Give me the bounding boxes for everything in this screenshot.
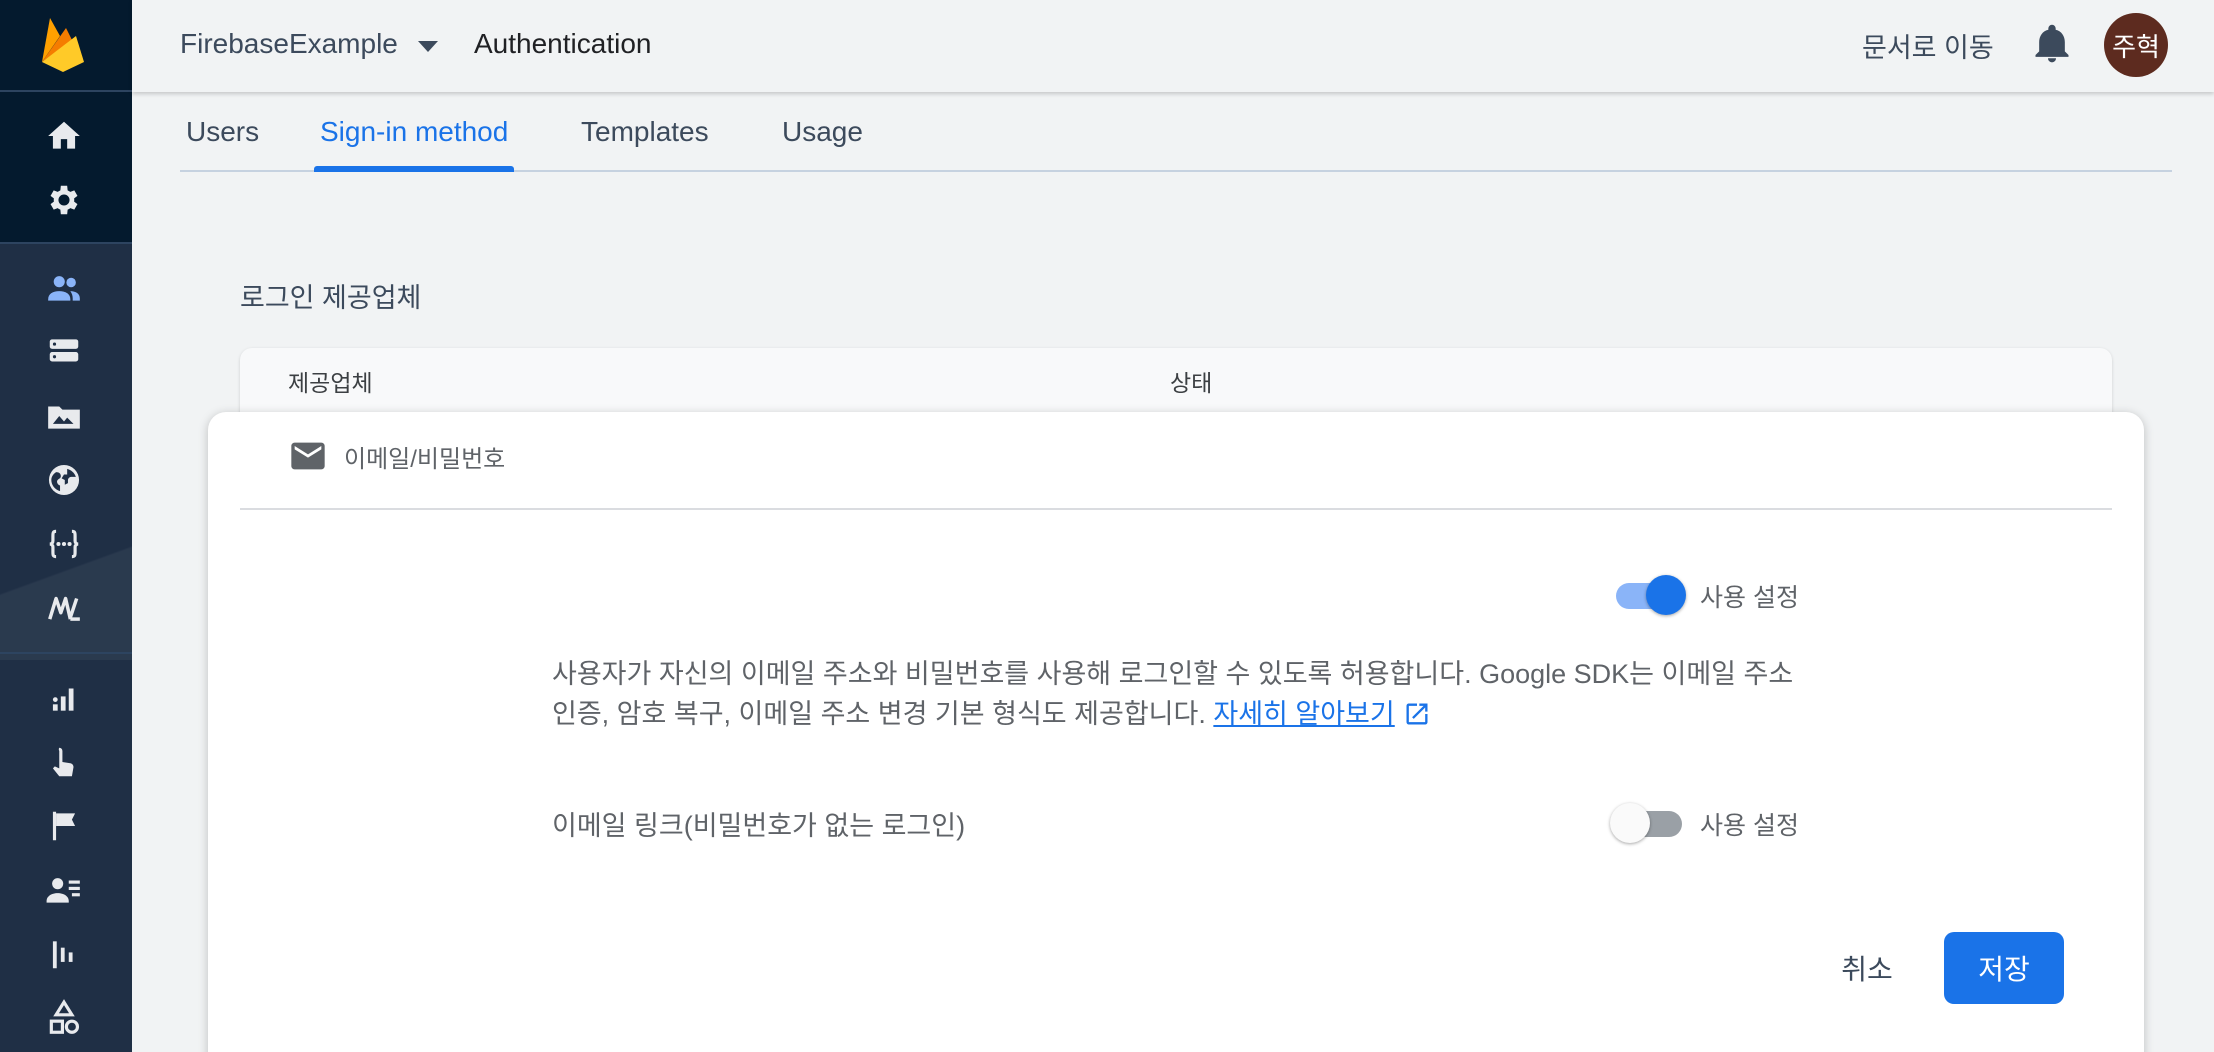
- email-link-label: 이메일 링크(비밀번호가 없는 로그인): [552, 811, 966, 841]
- top-header: FirebaseExample Authentication 문서로 이동 주혁: [132, 0, 2214, 92]
- storage-icon[interactable]: [42, 394, 86, 438]
- save-button[interactable]: 저장: [1944, 932, 2064, 1004]
- sidebar-divider: [0, 90, 132, 92]
- flag-icon[interactable]: [42, 804, 86, 848]
- column-header-status: 상태: [1170, 370, 1213, 396]
- audience-icon[interactable]: [42, 868, 86, 912]
- ml-icon[interactable]: [42, 586, 86, 630]
- chevron-down-icon: [417, 40, 438, 52]
- mail-icon: [291, 442, 325, 470]
- cancel-button[interactable]: 취소: [1820, 932, 1914, 1004]
- project-selector[interactable]: FirebaseExample: [180, 28, 438, 60]
- analytics-icon[interactable]: [42, 676, 86, 720]
- enable-email-link-toggle[interactable]: [1610, 803, 1682, 843]
- page-title: Authentication: [474, 28, 652, 59]
- engagement-icon[interactable]: [42, 740, 86, 784]
- firebase-logo[interactable]: [38, 14, 88, 74]
- project-name: FirebaseExample: [180, 28, 398, 59]
- sidebar: [0, 0, 132, 1052]
- column-header-provider: 제공업체: [288, 370, 373, 396]
- tab-users[interactable]: Users: [180, 116, 265, 172]
- tab-bar: Users Sign-in method Templates Usage: [180, 100, 2172, 172]
- functions-icon[interactable]: [42, 522, 86, 566]
- provider-description: 사용자가 자신의 이메일 주소와 비밀번호를 사용해 로그인할 수 있도록 허용…: [552, 654, 1812, 734]
- database-icon[interactable]: [42, 330, 86, 374]
- email-link-enable-label: 사용 설정: [1700, 812, 1799, 840]
- learn-more-link[interactable]: 자세히 알아보기: [1213, 699, 1394, 729]
- sidebar-divider: [0, 652, 132, 654]
- bell-icon[interactable]: [2030, 22, 2074, 66]
- streams-icon[interactable]: [42, 932, 86, 976]
- docs-link[interactable]: 문서로 이동: [1862, 26, 1994, 65]
- provider-name: 이메일/비밀번호: [344, 445, 506, 473]
- avatar[interactable]: 주혁: [2104, 13, 2168, 77]
- open-in-new-icon[interactable]: [1403, 700, 1431, 728]
- tab-sign-in-method[interactable]: Sign-in method: [314, 116, 515, 172]
- home-icon[interactable]: [42, 114, 86, 158]
- users-icon[interactable]: [42, 266, 86, 310]
- tab-usage[interactable]: Usage: [776, 116, 869, 172]
- tab-templates[interactable]: Templates: [575, 116, 715, 172]
- provider-row-email-password[interactable]: 이메일/비밀번호: [288, 436, 505, 476]
- divider: [240, 508, 2112, 510]
- providers-section-title: 로그인 제공업체: [240, 283, 422, 313]
- sidebar-divider: [0, 242, 132, 244]
- description-text: 사용자가 자신의 이메일 주소와 비밀번호를 사용해 로그인할 수 있도록 허용…: [552, 659, 1794, 729]
- active-tab-indicator: [314, 166, 515, 172]
- extensions-icon[interactable]: [42, 996, 86, 1040]
- settings-icon[interactable]: [42, 178, 86, 222]
- enable-label: 사용 설정: [1700, 584, 1799, 612]
- enable-email-password-toggle[interactable]: [1612, 575, 1686, 615]
- hosting-icon[interactable]: [42, 458, 86, 502]
